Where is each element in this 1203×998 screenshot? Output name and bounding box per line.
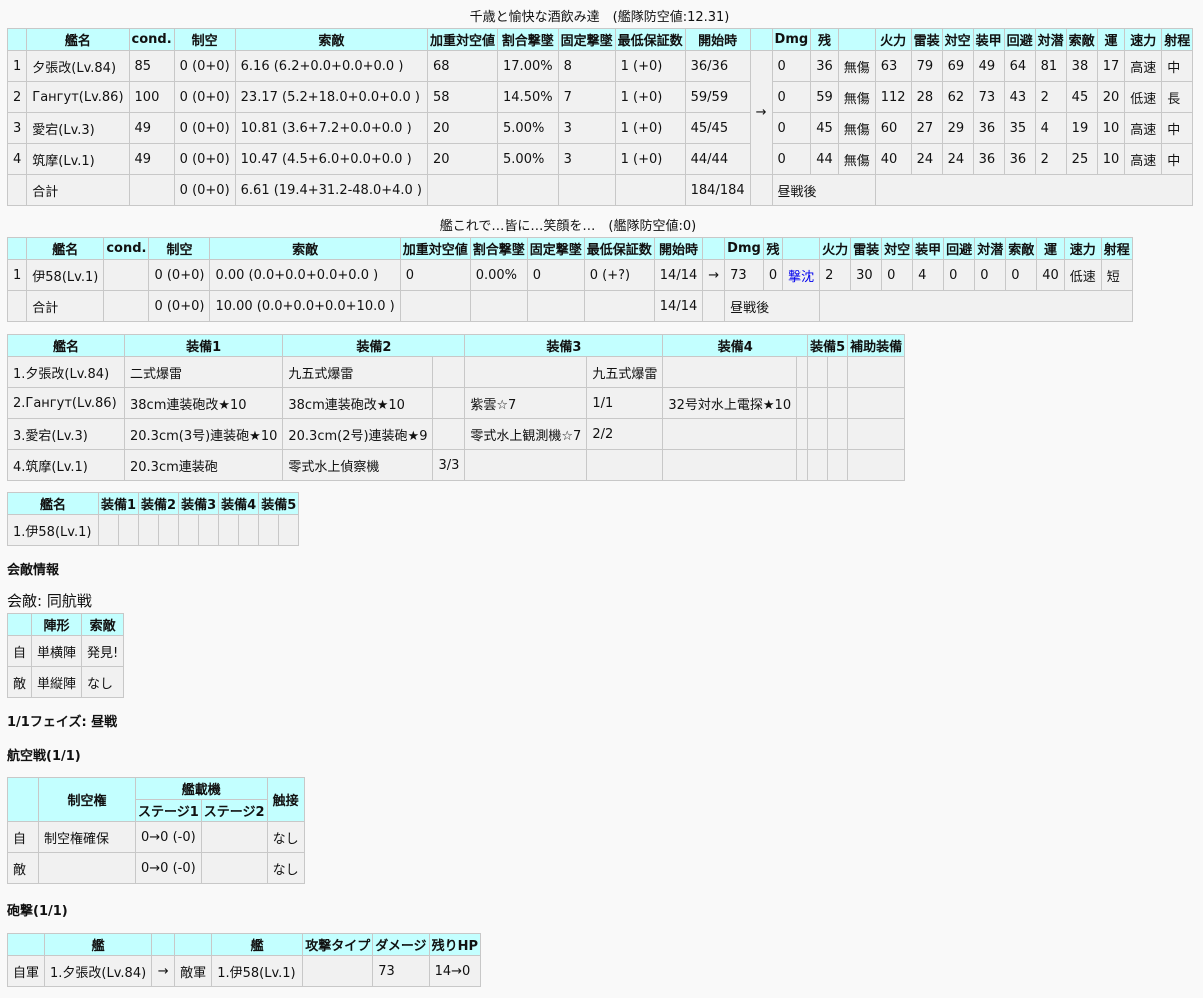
col-remaining: 残 <box>810 28 839 51</box>
col-evasion: 回避 <box>1003 28 1036 51</box>
equip1-table: 艦名 装備1 装備2 装備3 装備4 装備5 補助装備 1.夕張改(Lv.84)… <box>7 334 906 481</box>
col-prop-shotdown: 割合撃墜 <box>497 28 559 51</box>
equip2-table: 艦名 装備1 装備2 装備3 装備4 装備5 1.伊58(Lv.1) <box>7 492 300 546</box>
encounter-table: 陣形 索敵 自 単横陣 発見! 敵 単縦陣 なし <box>6 613 125 698</box>
col-los: 索敵 <box>1065 28 1098 51</box>
col-start-hp: 開始時 <box>684 28 751 51</box>
enemy-info-heading: 会敵情報 <box>7 563 60 578</box>
table-row: 自 制空権確保 0→0 (-0) なし <box>7 821 305 853</box>
col-arrow <box>749 28 773 51</box>
fleet2-caption: 艦これで…皆に…笑顔を… (艦隊防空値:0) <box>439 219 697 234</box>
table-row: 自 単横陣 発見! <box>6 635 125 667</box>
col-weighted-aa: 加重対空値 <box>426 28 499 51</box>
fleet1-section: 千歳と愉快な酒飲み達 (艦隊防空値:12.31) 艦名 cond. 制空 索敵 … <box>6 8 1194 206</box>
table-row: 3.愛宕(Lv.3) 20.3cm(3号)連装砲★10 20.3cm(2号)連装… <box>7 418 906 450</box>
ship-name: 夕張改(Lv.84) <box>26 50 130 82</box>
col-range: 射程 <box>1161 28 1194 51</box>
col-cond: cond. <box>128 28 175 51</box>
table-row: 4 筑摩(Lv.1) 49 0 (0+0) 10.47 (4.5+6.0+0.0… <box>6 143 1194 175</box>
ship-name: 伊58(Lv.1) <box>26 259 105 291</box>
col-name: 艦名 <box>26 28 130 51</box>
air-battle-table: 制空権 艦載機 触接 ステージ1 ステージ2 自 制空権確保 0→0 (-0) … <box>7 777 305 884</box>
table-row: 2 Гангут(Lv.86) 100 0 (0+0) 23.17 (5.2+1… <box>6 81 1194 113</box>
col-asw: 対潜 <box>1034 28 1067 51</box>
fleet2-table: 艦名 cond. 制空 索敵 加重対空値 割合撃墜 固定撃墜 最低保証数 開始時… <box>6 237 1133 322</box>
ship-name: Гангут(Lv.86) <box>26 81 130 113</box>
arrow-icon: → <box>151 955 176 987</box>
table-row: 1.伊58(Lv.1) <box>7 514 300 546</box>
col-speed: 速力 <box>1124 28 1163 51</box>
table-row: 自軍 1.夕張改(Lv.84) → 敵軍 1.伊58(Lv.1) 73 14→0 <box>6 955 481 987</box>
col-seiku: 制空 <box>173 28 236 51</box>
air-battle-heading: 航空戦(1/1) <box>7 749 81 764</box>
col-armor: 装甲 <box>972 28 1005 51</box>
status-badge: 撃沈 <box>782 259 821 291</box>
table-row: 敵 単縦陣 なし <box>6 666 125 698</box>
table-row: 敵 0→0 (-0) なし <box>7 852 305 884</box>
col-sakuteki: 索敵 <box>234 28 429 51</box>
total-row: 合計 0 (0+0) 6.61 (19.4+31.2-48.0+4.0 ) 18… <box>6 174 1194 206</box>
ship-name: 筑摩(Lv.1) <box>26 143 130 175</box>
table-row: 1.夕張改(Lv.84) 二式爆雷 九五式爆雷 九五式爆雷 <box>7 356 906 388</box>
col-aa: 対空 <box>941 28 974 51</box>
col-dmg: Dmg <box>771 28 812 51</box>
col-luck: 運 <box>1096 28 1126 51</box>
table-row: 1 夕張改(Lv.84) 85 0 (0+0) 6.16 (6.2+0.0+0.… <box>6 50 1194 175</box>
table-row: 4.筑摩(Lv.1) 20.3cm連装砲 零式水上偵察機 3/3 <box>7 449 906 481</box>
fleet1-table: 艦名 cond. 制空 索敵 加重対空値 割合撃墜 固定撃墜 最低保証数 開始時… <box>6 28 1194 206</box>
table-row: 3 愛宕(Lv.3) 49 0 (0+0) 10.81 (3.6+7.2+0.0… <box>6 112 1194 144</box>
arrow-icon: → <box>702 259 726 291</box>
fleet2-section: 艦これで…皆に…笑顔を… (艦隊防空値:0) 艦名 cond. 制空 索敵 加重… <box>6 217 1133 322</box>
shelling-heading: 砲撃(1/1) <box>7 904 68 919</box>
col-status <box>837 28 876 51</box>
col-torpedo: 雷装 <box>910 28 943 51</box>
ship-name: 愛宕(Lv.3) <box>26 112 130 144</box>
arrow-icon: → <box>749 50 773 175</box>
total-row: 合計 0 (0+0) 10.00 (0.0+0.0+0.0+10.0 ) 14/… <box>6 290 1133 322</box>
phase-heading: 1/1フェイズ: 昼戦 <box>7 715 118 730</box>
table-row: 1 伊58(Lv.1) 0 (0+0) 0.00 (0.0+0.0+0.0+0.… <box>6 259 1133 291</box>
encounter-label: 会敵: 同航戦 <box>7 592 92 610</box>
col-firepower: 火力 <box>874 28 912 51</box>
col-min-guarantee: 最低保証数 <box>614 28 686 51</box>
table-row: 2.Гангут(Lv.86) 38cm連装砲改★10 38cm連装砲改★10 … <box>7 387 906 419</box>
fleet1-caption: 千歳と愉快な酒飲み達 (艦隊防空値:12.31) <box>469 10 730 25</box>
col-fixed-shotdown: 固定撃墜 <box>557 28 616 51</box>
shelling-table: 艦 艦 攻撃タイプ ダメージ 残りHP 自軍 1.夕張改(Lv.84) → 敵軍… <box>6 933 481 987</box>
